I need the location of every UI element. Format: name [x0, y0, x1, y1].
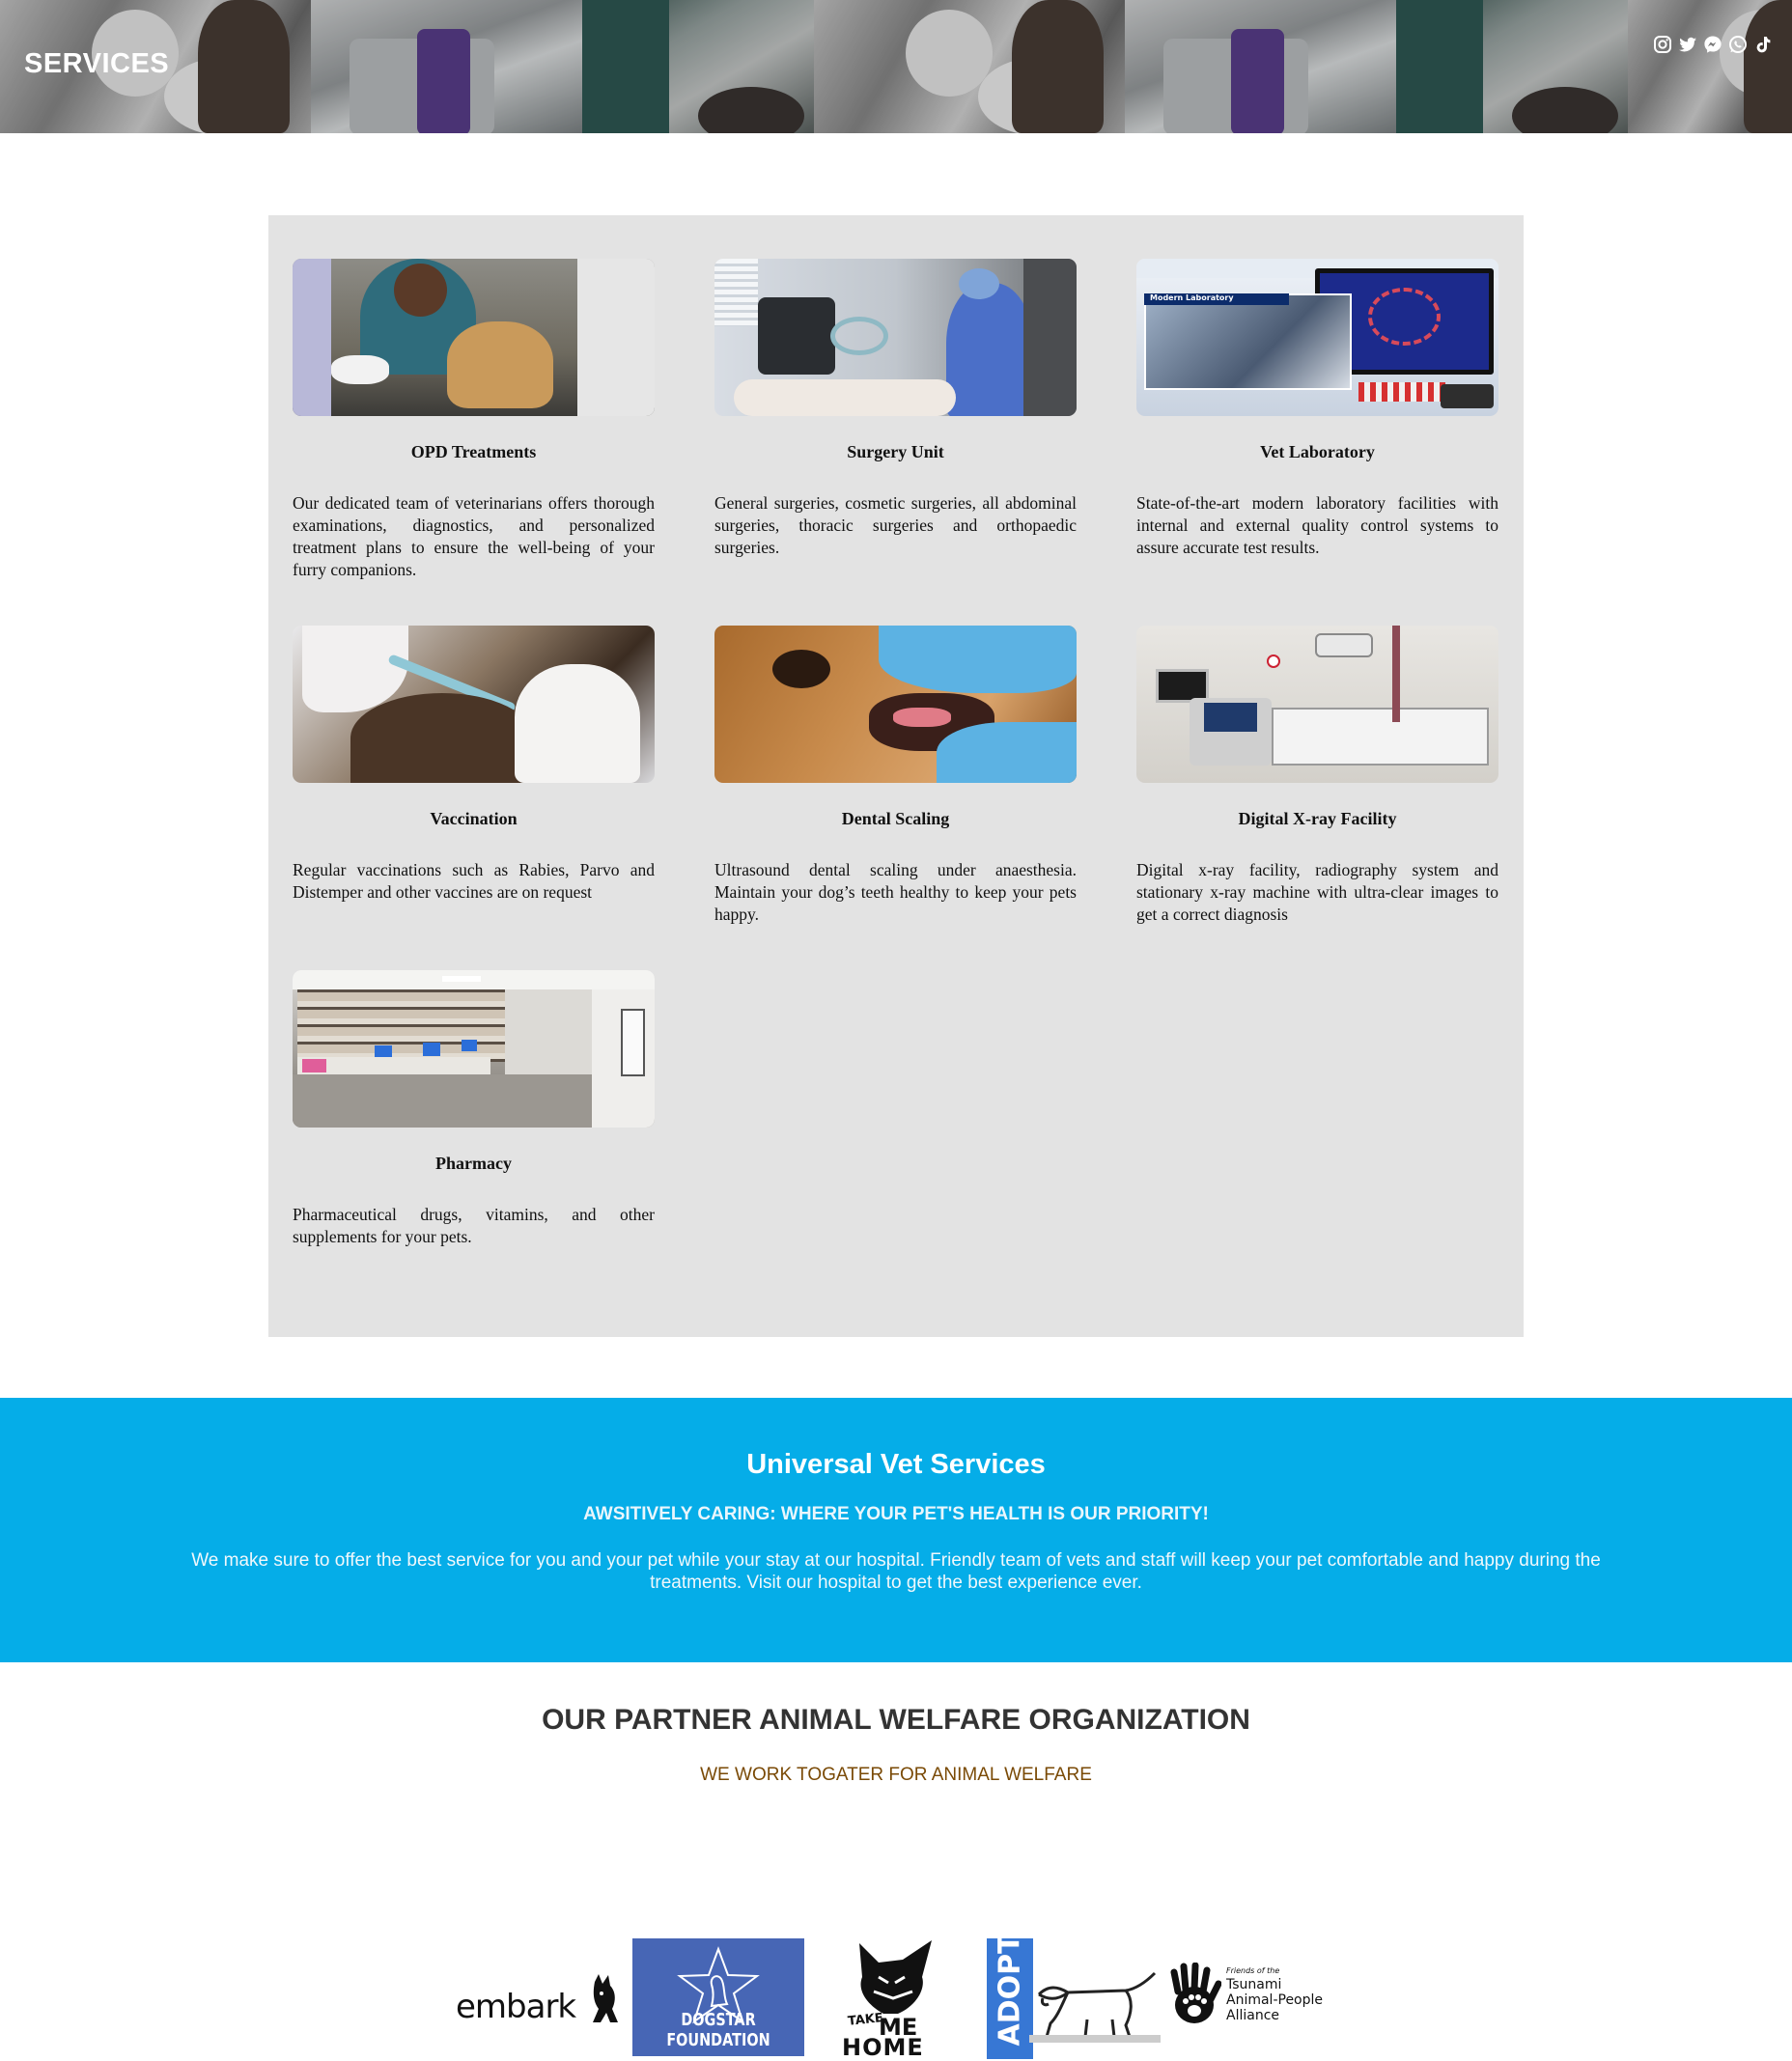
service-card-vaccination: Vaccination Regular vaccinations such as…: [293, 626, 655, 904]
pharmacy-photo: [293, 970, 655, 1128]
dog-icon: [593, 1974, 618, 2022]
vaccination-photo: [293, 626, 655, 783]
tiktok-icon[interactable]: [1753, 35, 1773, 54]
service-description: Pharmaceutical drugs, vitamins, and othe…: [293, 1205, 655, 1246]
tsunami-line2: Tsunami: [1226, 1977, 1282, 1992]
dental-scaling-photo: [714, 626, 1077, 783]
service-description: Digital x-ray facility, radiography syst…: [1136, 860, 1498, 924]
lab-image-caption: Modern Laboratory: [1150, 293, 1234, 302]
service-description: Ultrasound dental scaling under anaesthe…: [714, 860, 1077, 924]
messenger-icon[interactable]: [1703, 35, 1722, 54]
about-section: Universal Vet Services AWSITIVELY CARING…: [0, 1398, 1792, 1662]
partners-title: OUR PARTNER ANIMAL WELFARE ORGANIZATION: [542, 1704, 1250, 1736]
banner-shade: [0, 0, 1792, 133]
service-description: State-of-the-art modern laboratory facil…: [1136, 493, 1498, 557]
social-links: [1653, 35, 1773, 54]
service-card-opd: OPD Treatments Our dedicated team of vet…: [293, 259, 655, 581]
twitter-icon[interactable]: [1678, 35, 1697, 54]
tsunami-line1: Friends of the: [1226, 1966, 1280, 1975]
header-banner: [0, 0, 1792, 133]
service-card-dental: Dental Scaling Ultrasound dental scaling…: [714, 626, 1077, 926]
partner-logo-take-me-home[interactable]: TAKE ME HOME: [840, 1938, 946, 2061]
page-title: SERVICES: [24, 48, 170, 79]
service-title: OPD Treatments: [410, 442, 537, 461]
tsunami-line3: Animal-People: [1226, 1992, 1324, 2008]
service-card-surgery: Surgery Unit General surgeries, cosmetic…: [714, 259, 1077, 559]
whatsapp-icon[interactable]: [1728, 35, 1748, 54]
partner-logo-tsunami[interactable]: Friends of the Tsunami Animal-People All…: [1168, 1963, 1337, 2035]
digital-xray-photo: [1136, 626, 1498, 783]
service-title: Digital X-ray Facility: [1238, 809, 1397, 828]
service-description: General surgeries, cosmetic surgeries, a…: [714, 493, 1077, 557]
hand-paw-icon: [1170, 1963, 1221, 2023]
service-description: Regular vaccinations such as Rabies, Par…: [293, 860, 655, 902]
service-card-xray: Digital X-ray Facility Digital x-ray fac…: [1136, 626, 1498, 926]
partner-logo-adopt[interactable]: ADOPT: [987, 1934, 1161, 2059]
tsunami-line4: Alliance: [1226, 2008, 1280, 2023]
service-card-lab: Modern Laboratory Vet Laboratory State-o…: [1136, 259, 1498, 559]
partners-subtitle: WE WORK TOGATER FOR ANIMAL WELFARE: [700, 1765, 1092, 1785]
service-title: Surgery Unit: [847, 442, 944, 461]
dogstar-wordmark: DOGSTAR FOUNDATION: [666, 2010, 770, 2050]
surgery-unit-photo: [714, 259, 1077, 416]
opd-treatments-photo: [293, 259, 655, 416]
service-title: Vet Laboratory: [1260, 442, 1375, 461]
dog-face-icon: [859, 1940, 932, 2014]
vet-laboratory-photo: Modern Laboratory: [1136, 259, 1498, 416]
dog-sketch-icon: [1029, 1971, 1161, 2043]
about-title: Universal Vet Services: [746, 1449, 1046, 1480]
partner-logo-dogstar[interactable]: DOGSTAR FOUNDATION: [632, 1938, 804, 2056]
service-card-pharmacy: Pharmacy Pharmaceutical drugs, vitamins,…: [293, 970, 655, 1248]
service-title: Pharmacy: [435, 1154, 512, 1173]
service-description: Our dedicated team of veterinarians offe…: [293, 493, 655, 579]
embark-wordmark: embark: [456, 1988, 576, 2026]
services-panel: OPD Treatments Our dedicated team of vet…: [268, 215, 1524, 1337]
about-tagline: AWSITIVELY CARING: WHERE YOUR PET'S HEAL…: [583, 1504, 1209, 1524]
partner-logo-embark[interactable]: embark: [454, 1972, 623, 2030]
service-title: Vaccination: [430, 809, 518, 828]
adopt-wordmark: ADOPT: [993, 1934, 1027, 2047]
take-me-home-line3: HOME: [842, 2034, 924, 2061]
service-title: Dental Scaling: [841, 809, 950, 828]
instagram-icon[interactable]: [1653, 35, 1672, 54]
about-text: We make sure to offer the best service f…: [191, 1550, 1601, 1593]
